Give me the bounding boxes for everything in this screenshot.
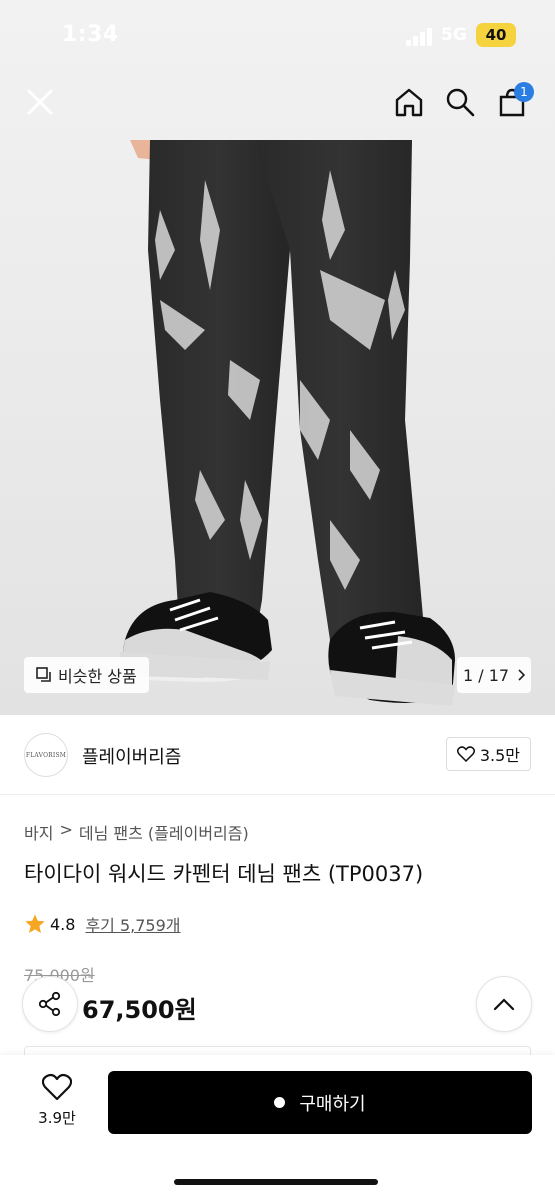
home-indicator[interactable] [174,1179,378,1185]
battery-icon: 40 [476,23,516,47]
sale-price: 67,500원 [82,996,197,1024]
search-icon [446,88,475,117]
network-type: 5G [441,25,467,45]
breadcrumb-separator: > [59,820,73,839]
brand-like-count: 3.5만 [479,746,520,765]
close-button[interactable] [18,80,62,124]
brand-like-button[interactable]: 3.5만 [445,737,531,771]
cart-count-badge: 1 [514,82,534,102]
buy-button[interactable]: 구매하기 [108,1071,532,1134]
home-icon [395,88,423,117]
signal-icon [406,28,434,46]
brand-name[interactable]: 플레이버리즘 [82,743,181,769]
loading-dot-icon [274,1097,286,1108]
rating-row: 4.8 후기 5,759개 [24,912,181,936]
image-counter-text: 1 / 17 [462,665,510,685]
chevron-right-icon [518,669,526,681]
status-bar: 1:34 5G 40 [0,0,555,70]
brand-logo[interactable]: FLAVORISM [24,733,68,777]
close-icon [27,89,53,115]
image-counter[interactable]: 1 / 17 [457,657,531,693]
share-icon [38,991,61,1017]
chevron-up-icon [493,998,515,1011]
heart-icon [456,746,475,762]
buy-button-label: 구매하기 [299,1093,366,1115]
breadcrumb-subcategory[interactable]: 데님 팬츠 (플레이버리즘) [79,820,249,844]
similar-icon [36,667,51,682]
share-button[interactable] [22,976,78,1032]
wishlist-count: 3.9만 [38,1109,76,1127]
brand-row: FLAVORISM 플레이버리즘 3.5만 [0,715,555,795]
product-title: 타이다이 워시드 카펜터 데님 팬츠 (TP0037) [24,862,424,886]
status-time: 1:34 [62,22,119,47]
search-button[interactable] [438,80,482,124]
similar-products-button[interactable]: 비슷한 상품 [24,657,149,693]
star-icon [25,914,45,933]
cart-button[interactable]: 1 [490,80,534,124]
breadcrumb: 바지 > 데님 팬츠 (플레이버리즘) [24,820,249,844]
rating-value: 4.8 [50,914,76,934]
heart-icon [42,1073,72,1101]
bottom-action-bar: 3.9만 구매하기 [0,1055,555,1200]
wishlist-button[interactable]: 3.9만 [24,1073,90,1153]
review-link[interactable]: 후기 5,759개 [85,912,180,936]
scroll-top-button[interactable] [476,976,532,1032]
home-button[interactable] [387,80,431,124]
breadcrumb-category[interactable]: 바지 [24,820,53,844]
similar-products-label: 비슷한 상품 [58,667,137,686]
